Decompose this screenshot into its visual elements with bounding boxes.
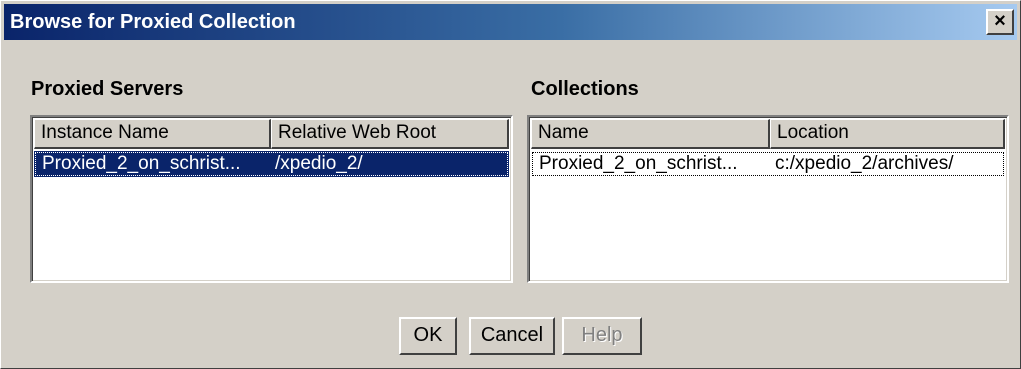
cancel-button[interactable]: Cancel — [469, 317, 555, 355]
window-title: Browse for Proxied Collection — [10, 11, 296, 33]
column-header-instance-name[interactable]: Instance Name — [34, 119, 271, 149]
help-button: Help — [562, 317, 642, 355]
title-bar[interactable]: Browse for Proxied Collection × — [4, 4, 1017, 40]
collections-heading: Collections — [531, 78, 639, 100]
proxied-servers-table[interactable]: Instance Name Relative Web Root Proxied_… — [30, 115, 513, 283]
proxied-servers-heading: Proxied Servers — [31, 78, 184, 100]
proxied-servers-header: Instance Name Relative Web Root — [34, 119, 509, 149]
browse-proxied-collection-dialog: Browse for Proxied Collection × Proxied … — [0, 0, 1021, 369]
close-icon: × — [994, 10, 1006, 32]
table-row[interactable]: Proxied_2_on_schrist... c:/xpedio_2/arch… — [531, 151, 1005, 177]
close-button[interactable]: × — [986, 9, 1014, 35]
table-row[interactable]: Proxied_2_on_schrist... /xpedio_2/ — [34, 151, 509, 177]
column-header-name[interactable]: Name — [531, 119, 770, 149]
cell-location: c:/xpedio_2/archives/ — [775, 153, 954, 174]
cell-instance-name: Proxied_2_on_schrist... — [42, 153, 241, 174]
cell-relative-web-root: /xpedio_2/ — [275, 153, 363, 174]
cell-name: Proxied_2_on_schrist... — [539, 153, 738, 174]
collections-table[interactable]: Name Location Proxied_2_on_schrist... c:… — [527, 115, 1009, 283]
collections-header: Name Location — [531, 119, 1005, 149]
column-header-location[interactable]: Location — [770, 119, 1005, 149]
column-header-relative-web-root[interactable]: Relative Web Root — [271, 119, 509, 149]
ok-button[interactable]: OK — [399, 317, 457, 355]
